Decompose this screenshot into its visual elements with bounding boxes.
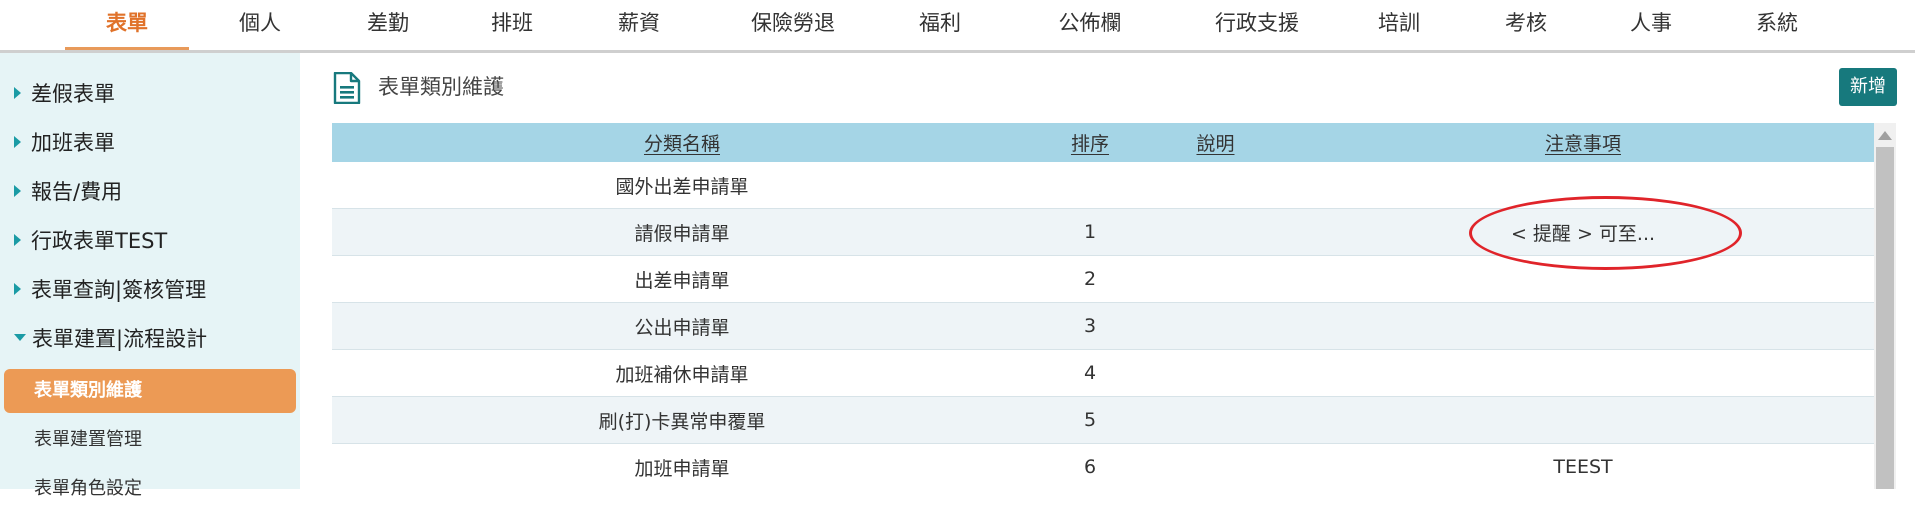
sidebar-section-form-query[interactable]: 表單查詢|簽核管理 (14, 270, 206, 310)
cell-order: 5 (1032, 396, 1148, 444)
nav-tab-insurance[interactable]: 保險勞退 (728, 0, 858, 50)
cell-notes (1283, 349, 1883, 397)
sidebar-section-label: 表單建置|流程設計 (32, 327, 208, 351)
sidebar-section-label: 行政表單TEST (31, 229, 168, 253)
cell-order: 1 (1032, 208, 1148, 256)
table-header-row: 分類名稱 排序 說明 注意事項 (332, 123, 1883, 162)
table-row[interactable]: 加班申請單 6 TEEST (332, 443, 1883, 489)
cell-name: 公出申請單 (332, 302, 1032, 350)
column-header-description[interactable]: 說明 (1148, 123, 1283, 162)
sidebar-section-admin-forms[interactable]: 行政表單TEST (14, 221, 167, 261)
sidebar-item-form-builder[interactable]: 表單建置管理 (34, 422, 142, 458)
table-row[interactable]: 加班補休申請單 4 (332, 349, 1883, 397)
column-header-notes[interactable]: 注意事項 (1283, 123, 1883, 162)
cell-notes (1283, 255, 1883, 303)
nav-tab-training[interactable]: 培訓 (1359, 0, 1439, 50)
sidebar: 差假表單 加班表單 報告/費用 行政表單TEST 表單查詢|簽核管理 表單建置|… (0, 53, 300, 499)
nav-tab-system[interactable]: 系統 (1737, 0, 1817, 50)
scrollbar-thumb[interactable] (1876, 147, 1894, 489)
nav-tab-admin-support[interactable]: 行政支援 (1192, 0, 1322, 50)
cell-name: 國外出差申請單 (332, 162, 1032, 209)
nav-tab-bulletin[interactable]: 公佈欄 (1035, 0, 1145, 50)
sidebar-section-label: 差假表單 (31, 82, 115, 106)
cell-description (1148, 396, 1283, 444)
sidebar-section-label: 表單查詢|簽核管理 (31, 278, 207, 302)
caret-down-icon (14, 333, 26, 341)
caret-right-icon (14, 136, 21, 148)
caret-right-icon (14, 185, 21, 197)
nav-tab-welfare[interactable]: 福利 (900, 0, 980, 50)
cell-order: 3 (1032, 302, 1148, 350)
sidebar-section-report-expense[interactable]: 報告/費用 (14, 172, 122, 212)
cell-name: 加班申請單 (332, 443, 1032, 489)
sidebar-item-form-category[interactable]: 表單類別維護 (4, 369, 296, 413)
scroll-up-arrow-icon[interactable] (1878, 131, 1892, 140)
cell-name: 出差申請單 (332, 255, 1032, 303)
caret-right-icon (14, 234, 21, 246)
sidebar-section-leave-forms[interactable]: 差假表單 (14, 74, 115, 114)
sidebar-item-form-roles[interactable]: 表單角色設定 (34, 471, 142, 507)
nav-tab-forms[interactable]: 表單 (65, 0, 189, 50)
cell-description (1148, 443, 1283, 489)
cell-order: 2 (1032, 255, 1148, 303)
table-row[interactable]: 請假申請單 1 < 提醒 > 可至... (332, 208, 1883, 256)
add-button[interactable]: 新增 (1839, 68, 1897, 106)
nav-tab-personal[interactable]: 個人 (220, 0, 300, 50)
cell-name: 請假申請單 (332, 208, 1032, 256)
cell-name: 刷(打)卡異常申覆單 (332, 396, 1032, 444)
cell-notes (1283, 162, 1883, 209)
active-tab-indicator (65, 47, 189, 50)
column-header-order[interactable]: 排序 (1032, 123, 1148, 162)
cell-notes (1283, 396, 1883, 444)
cell-notes (1283, 302, 1883, 350)
caret-right-icon (14, 87, 21, 99)
category-table: 分類名稱 排序 說明 注意事項 國外出差申請單 請假申請單 1 < 提醒 > 可… (332, 123, 1883, 489)
cell-name: 加班補休申請單 (332, 349, 1032, 397)
sidebar-section-overtime-forms[interactable]: 加班表單 (14, 123, 115, 163)
top-nav: 表單 個人 差勤 排班 薪資 保險勞退 福利 公佈欄 行政支援 培訓 考核 人事… (0, 0, 1915, 53)
nav-tab-salary[interactable]: 薪資 (599, 0, 679, 50)
cell-description (1148, 162, 1283, 209)
cell-description (1148, 349, 1283, 397)
document-icon (333, 72, 361, 104)
caret-right-icon (14, 283, 21, 295)
nav-tab-scheduling[interactable]: 排班 (472, 0, 552, 50)
cell-order (1032, 162, 1148, 209)
sidebar-section-label: 報告/費用 (31, 180, 123, 204)
cell-description (1148, 208, 1283, 256)
sidebar-section-form-setup[interactable]: 表單建置|流程設計 (14, 319, 207, 359)
table-row[interactable]: 國外出差申請單 (332, 162, 1883, 209)
table-row[interactable]: 刷(打)卡異常申覆單 5 (332, 396, 1883, 444)
page-title-text: 表單類別維護 (378, 75, 504, 99)
cell-notes[interactable]: < 提醒 > 可至... (1283, 208, 1883, 256)
nav-tab-hr[interactable]: 人事 (1611, 0, 1691, 50)
cell-notes: TEEST (1283, 443, 1883, 489)
cell-description (1148, 302, 1283, 350)
table-row[interactable]: 出差申請單 2 (332, 255, 1883, 303)
table-row[interactable]: 公出申請單 3 (332, 302, 1883, 350)
cell-order: 6 (1032, 443, 1148, 489)
nav-tab-appraisal[interactable]: 考核 (1486, 0, 1566, 50)
nav-tab-attendance[interactable]: 差勤 (348, 0, 428, 50)
sidebar-section-label: 加班表單 (31, 131, 115, 155)
cell-description (1148, 255, 1283, 303)
cell-order: 4 (1032, 349, 1148, 397)
column-header-name[interactable]: 分類名稱 (332, 123, 1032, 162)
